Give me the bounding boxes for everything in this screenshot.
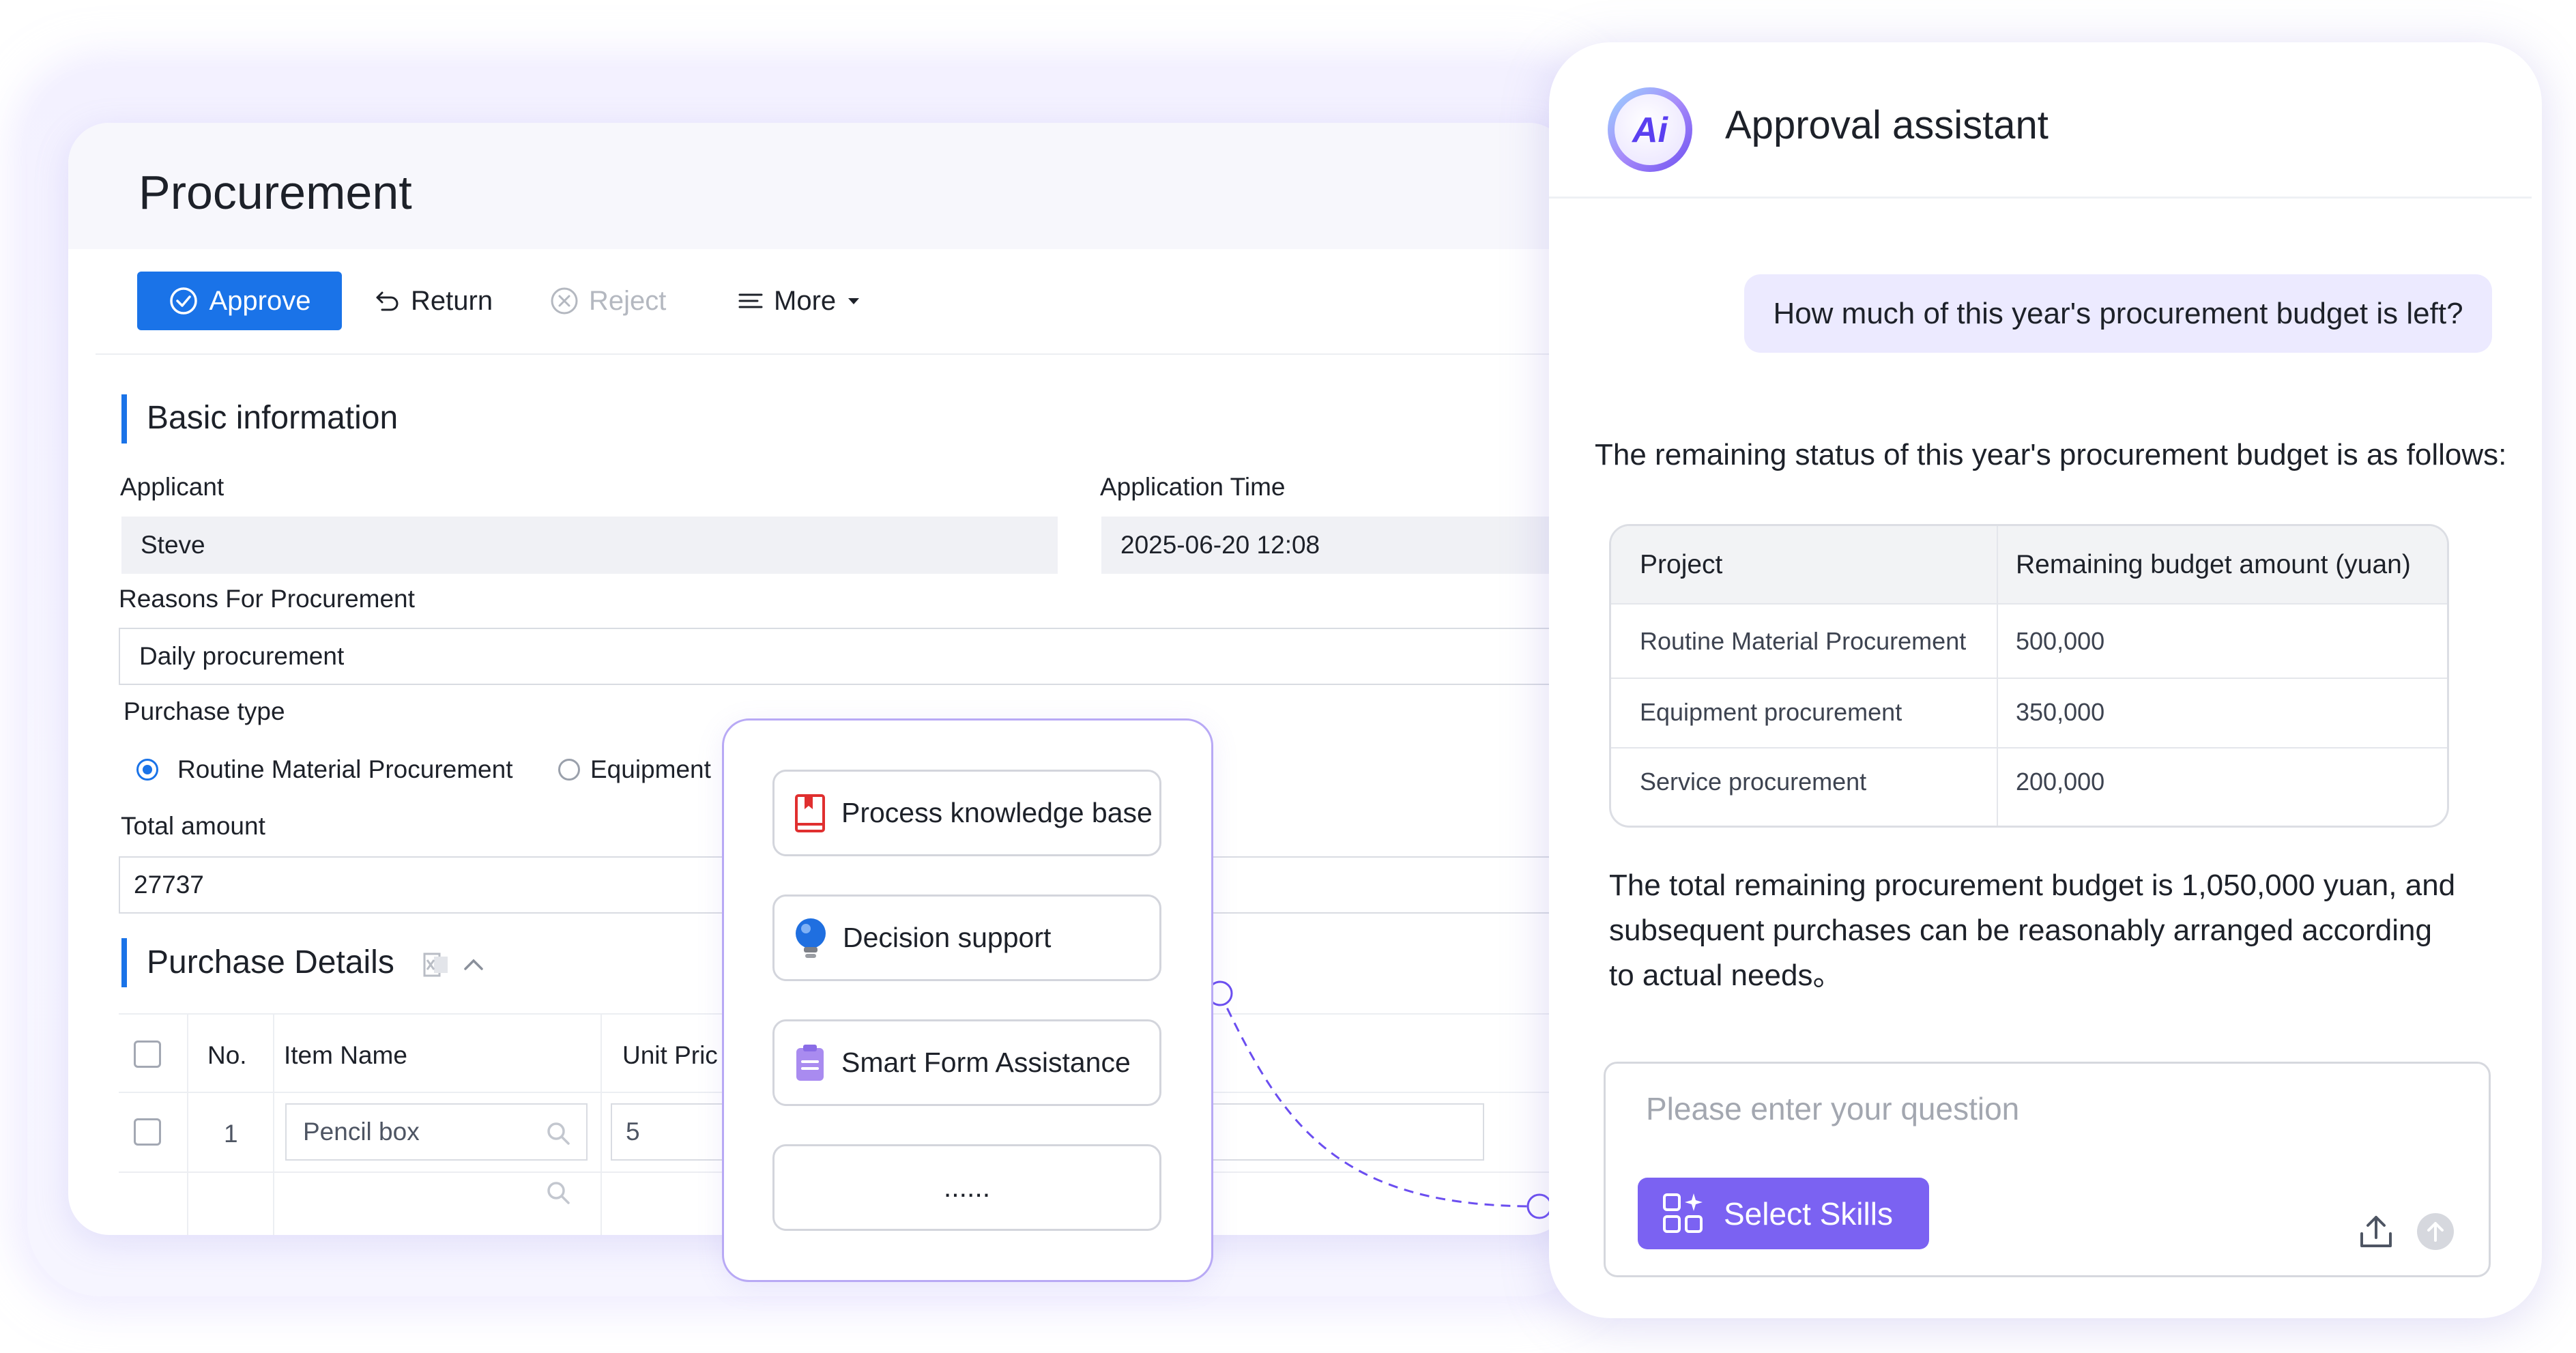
ai-logo-icon: Ai <box>1608 87 1692 172</box>
approve-button[interactable]: Approve <box>137 272 342 330</box>
chevron-up-icon[interactable] <box>459 950 489 980</box>
section-accent-bar <box>121 938 127 987</box>
cell-amount: 350,000 <box>2016 698 2105 726</box>
page-title: Procurement <box>139 166 412 219</box>
return-label: Return <box>411 285 493 316</box>
caret-down-icon <box>848 298 860 304</box>
reject-label: Reject <box>589 285 667 316</box>
more-dropdown[interactable]: More <box>737 272 862 330</box>
budget-table: Project Remaining budget amount (yuan) R… <box>1609 524 2449 828</box>
reasons-field[interactable]: Daily procurement <box>119 628 1569 685</box>
cell-project: Routine Material Procurement <box>1640 627 1967 655</box>
reject-x-icon <box>551 287 578 315</box>
approve-label: Approve <box>209 285 311 316</box>
assistant-panel: Ai Approval assistant How much of this y… <box>1549 42 2542 1318</box>
total-amount-label: Total amount <box>121 812 265 840</box>
select-skills-label: Select Skills <box>1724 1195 1893 1232</box>
column-header-remaining: Remaining budget amount (yuan) <box>2016 550 2411 579</box>
cell-project: Service procurement <box>1640 768 1867 796</box>
search-icon[interactable] <box>545 1179 572 1206</box>
return-button[interactable]: Return <box>374 272 493 330</box>
radio-label-equipment: Equipment <box>590 755 711 783</box>
check-circle-icon <box>169 287 197 315</box>
header-divider <box>1549 197 2532 199</box>
applicant-label: Applicant <box>120 473 225 501</box>
skill-more[interactable]: ...... <box>772 1144 1161 1231</box>
radio-label-routine: Routine Material Procurement <box>177 755 513 783</box>
answer-intro: The remaining status of this year's proc… <box>1595 438 2507 471</box>
section-accent-bar <box>121 394 127 443</box>
select-skills-button[interactable]: Select Skills <box>1638 1178 1929 1249</box>
item-name-input[interactable]: Pencil box <box>285 1103 588 1161</box>
table-col-border <box>600 1013 602 1235</box>
lightbulb-icon <box>796 918 826 958</box>
select-all-checkbox[interactable] <box>134 1041 161 1068</box>
connector-line <box>1207 980 1552 1219</box>
ai-logo-text: Ai <box>1631 111 1669 150</box>
row-no: 1 <box>224 1120 238 1148</box>
table-col-border <box>187 1013 188 1235</box>
radio-unselected-icon <box>558 759 580 781</box>
user-message-bubble: How much of this year's procurement budg… <box>1744 274 2492 353</box>
skill-label: Process knowledge base <box>841 797 1153 828</box>
cell-amount: 500,000 <box>2016 627 2105 655</box>
cell-project: Equipment procurement <box>1640 698 1902 726</box>
question-input[interactable] <box>1645 1084 2398 1133</box>
skill-process-knowledge-base[interactable]: Process knowledge base <box>772 770 1161 856</box>
search-icon[interactable] <box>545 1120 572 1147</box>
send-icon[interactable] <box>2416 1212 2455 1251</box>
section-title-basic-info: Basic information <box>147 400 399 436</box>
question-input-box: Select Skills <box>1604 1062 2491 1277</box>
radio-equipment[interactable] <box>558 759 580 781</box>
skills-grid-icon <box>1663 1193 1703 1233</box>
column-header-no: No. <box>207 1041 247 1069</box>
column-header-project: Project <box>1640 550 1723 579</box>
section-title-purchase-details: Purchase Details <box>147 944 394 980</box>
radio-selected-icon <box>136 759 158 781</box>
answer-summary: The total remaining procurement budget i… <box>1609 869 2456 992</box>
more-label: More <box>774 285 837 316</box>
table-col-border <box>273 1013 274 1235</box>
clipboard-icon <box>796 1044 824 1081</box>
row-checkbox[interactable] <box>134 1118 161 1146</box>
column-header-unit-price: Unit Pric <box>622 1041 718 1069</box>
user-message-text: How much of this year's procurement budg… <box>1773 296 2463 330</box>
application-time-label: Application Time <box>1100 473 1286 501</box>
skill-label: ...... <box>943 1172 991 1203</box>
skills-popup: Process knowledge base Decision support … <box>722 718 1213 1282</box>
toolbar-divider <box>96 353 1569 355</box>
excel-icon[interactable] <box>422 950 452 980</box>
row-divider <box>1611 747 2447 748</box>
book-icon <box>795 794 825 832</box>
application-time-field[interactable]: 2025-06-20 12:08 <box>1101 517 1569 574</box>
applicant-field[interactable]: Steve <box>121 517 1058 574</box>
skill-label: Smart Form Assistance <box>841 1047 1131 1078</box>
column-divider <box>1997 526 1998 826</box>
reasons-label: Reasons For Procurement <box>119 585 415 613</box>
purchase-type-label: Purchase type <box>124 697 285 725</box>
cell-amount: 200,000 <box>2016 768 2105 796</box>
upload-icon[interactable] <box>2356 1212 2396 1251</box>
skill-decision-support[interactable]: Decision support <box>772 894 1161 981</box>
row-divider <box>1611 603 2447 605</box>
menu-lines-icon <box>738 293 763 308</box>
assistant-title: Approval assistant <box>1725 103 2049 147</box>
column-header-item-name: Item Name <box>284 1041 407 1069</box>
reject-button[interactable]: Reject <box>549 272 666 330</box>
skill-label: Decision support <box>843 922 1052 953</box>
row-divider <box>1611 678 2447 679</box>
radio-routine[interactable] <box>136 759 158 781</box>
return-arrow-icon <box>376 291 399 311</box>
skill-smart-form-assistance[interactable]: Smart Form Assistance <box>772 1019 1161 1106</box>
